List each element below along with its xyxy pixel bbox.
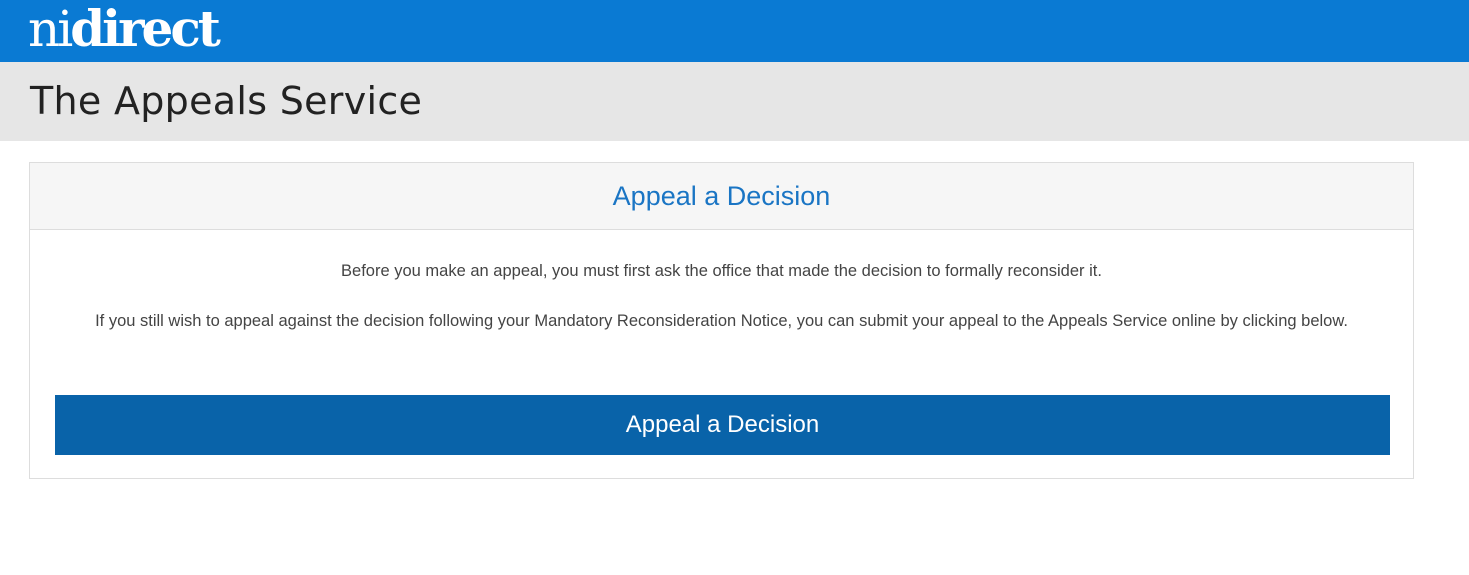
service-title: The Appeals Service — [30, 79, 423, 123]
logo-text-ni: ni — [28, 0, 73, 58]
nidirect-logo[interactable]: nidirect — [28, 0, 221, 62]
panel-heading: Appeal a Decision — [30, 163, 1413, 230]
appeal-panel: Appeal a Decision Before you make an app… — [29, 162, 1414, 479]
site-header: nidirect — [0, 0, 1469, 62]
logo-text-direct: direct — [70, 0, 221, 58]
intro-paragraph: Before you make an appeal, you must firs… — [341, 262, 1102, 280]
instruction-paragraph: If you still wish to appeal against the … — [95, 312, 1348, 330]
service-title-bar: The Appeals Service — [0, 62, 1469, 141]
appeal-decision-button[interactable]: Appeal a Decision — [55, 395, 1390, 455]
